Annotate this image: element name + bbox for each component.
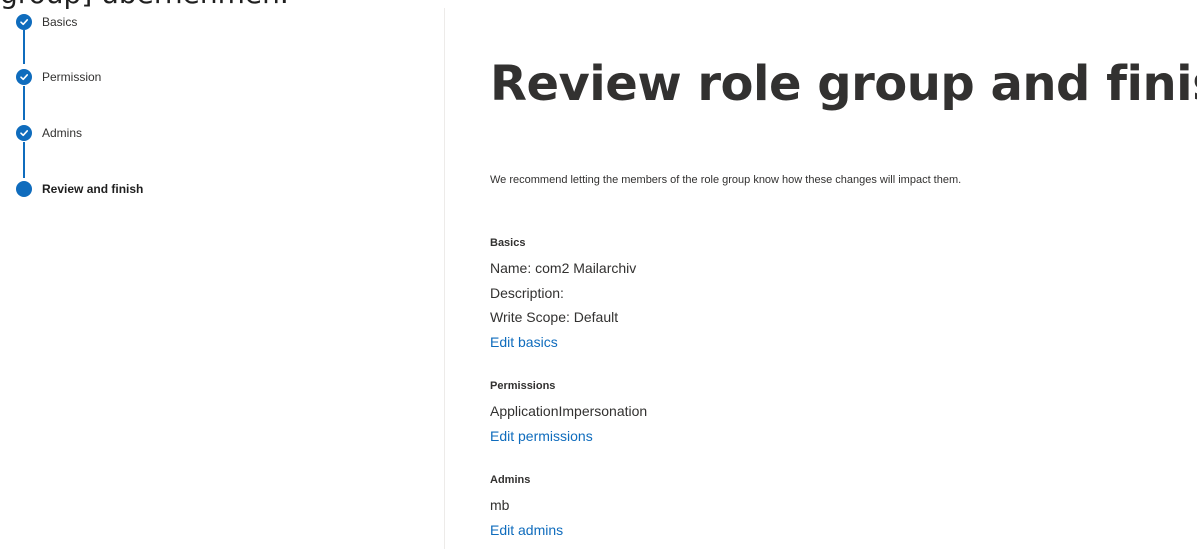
panel-divider [444, 8, 445, 549]
permission-item: ApplicationImpersonation [490, 403, 648, 419]
role-group-description: Description: [490, 284, 564, 301]
edit-permissions-link[interactable]: Edit permissions [490, 424, 593, 449]
step-connector [23, 142, 25, 178]
checkmark-icon [16, 69, 32, 85]
step-label: Admins [42, 126, 83, 140]
page-title: Review role group and finish [490, 56, 1197, 112]
step-review-and-finish[interactable]: Review and finish [16, 180, 143, 198]
role-group-write-scope: Write Scope: Default [490, 309, 619, 325]
current-step-dot-icon [16, 181, 32, 197]
role-group-name: Name: com2 Mailarchiv [490, 260, 637, 276]
step-permission[interactable]: Permission [16, 68, 101, 86]
step-label: Permission [42, 70, 102, 84]
step-connector [23, 86, 25, 120]
intro-text: We recommend letting the members of the … [490, 174, 962, 186]
step-label: Basics [42, 15, 78, 29]
checkmark-icon [16, 125, 32, 141]
basics-section: Basics Name: com2 Mailarchiv Description… [490, 235, 636, 354]
edit-basics-link[interactable]: Edit basics [490, 330, 558, 355]
section-heading: Basics [490, 237, 526, 249]
section-heading: Permissions [490, 380, 556, 392]
step-basics[interactable]: Basics [16, 13, 77, 31]
permissions-section: Permissions ApplicationImpersonation Edi… [490, 378, 647, 448]
wizard-stepper: Basics Permission Admins Review and fini… [0, 0, 444, 549]
step-connector [23, 30, 25, 64]
section-heading: Admins [490, 474, 531, 486]
step-admins[interactable]: Admins [16, 124, 82, 142]
admins-section: Admins mb Edit admins [490, 472, 563, 542]
step-label: Review and finish [42, 182, 144, 196]
edit-admins-link[interactable]: Edit admins [490, 518, 563, 543]
admin-item: mb [490, 497, 510, 513]
checkmark-icon [16, 14, 32, 30]
